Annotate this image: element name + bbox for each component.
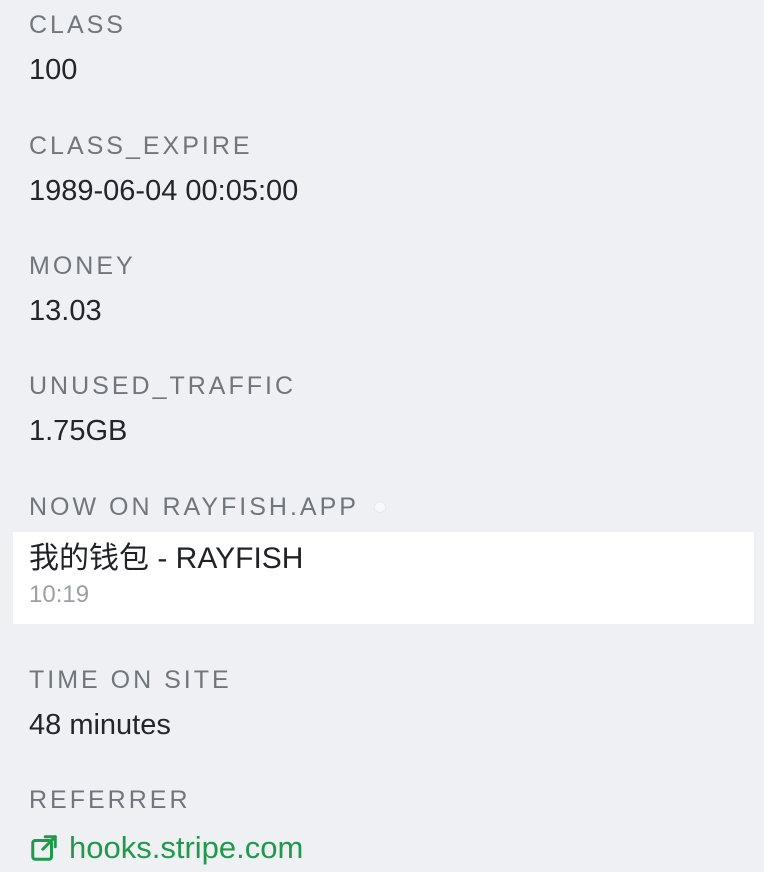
field-time-on-site: TIME ON SITE 48 minutes — [29, 665, 744, 743]
field-label-time-on-site: TIME ON SITE — [29, 666, 232, 694]
external-link-icon — [31, 835, 57, 861]
now-on-label-row: NOW ON RAYFISH.APP — [29, 492, 744, 522]
field-label-money: MONEY — [29, 252, 136, 280]
now-on-label: NOW ON RAYFISH.APP — [29, 493, 359, 521]
referrer-link[interactable]: hooks.stripe.com — [29, 829, 303, 867]
referrer-link-text: hooks.stripe.com — [69, 830, 304, 865]
current-page-card[interactable]: 我的钱包 - RAYFISH 10:19 — [13, 532, 754, 624]
field-referrer: REFERRER hooks.stripe.com — [29, 785, 744, 868]
field-unused-traffic: UNUSED_TRAFFIC 1.75GB — [29, 371, 744, 449]
field-value-money: 13.03 — [29, 295, 102, 327]
field-label-class: CLASS — [29, 11, 126, 39]
field-label-unused-traffic: UNUSED_TRAFFIC — [29, 372, 297, 400]
field-label-class-expire: CLASS_EXPIRE — [29, 132, 253, 160]
current-page-title: 我的钱包 - RAYFISH — [29, 542, 304, 575]
live-status-dot-icon — [374, 502, 385, 512]
field-class-expire: CLASS_EXPIRE 1989-06-04 00:05:00 — [29, 131, 744, 209]
field-value-class-expire: 1989-06-04 00:05:00 — [29, 175, 299, 207]
field-value-unused-traffic: 1.75GB — [29, 415, 128, 447]
now-on-section: NOW ON RAYFISH.APP — [29, 492, 744, 522]
field-label-referrer: REFERRER — [29, 786, 191, 814]
field-money: MONEY 13.03 — [29, 251, 744, 329]
current-page-time: 10:19 — [29, 581, 90, 608]
field-class: CLASS 100 — [29, 10, 744, 88]
field-value-time-on-site: 48 minutes — [29, 709, 171, 741]
field-value-class: 100 — [29, 54, 78, 86]
referrer-link-row: hooks.stripe.com — [29, 829, 744, 868]
